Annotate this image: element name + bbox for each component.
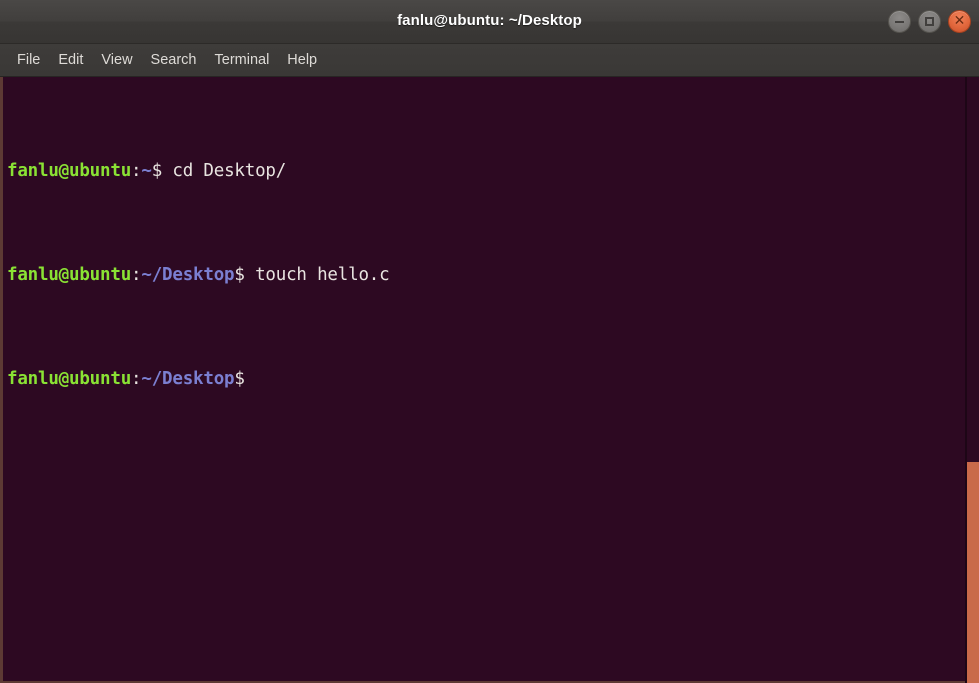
prompt-dollar: $ xyxy=(234,265,245,285)
prompt-path: ~ xyxy=(141,161,152,181)
scrollbar-thumb[interactable] xyxy=(967,462,979,683)
minimize-icon xyxy=(895,20,904,23)
menu-item-edit[interactable]: Edit xyxy=(49,49,92,71)
terminal-scrollbar[interactable] xyxy=(967,77,979,683)
terminal-line: fanlu@ubuntu:~/Desktop$ touch hello.c xyxy=(7,262,965,288)
close-icon: ✕ xyxy=(953,13,966,29)
close-button[interactable]: ✕ xyxy=(948,10,971,33)
menu-item-help[interactable]: Help xyxy=(278,49,326,71)
menu-item-search[interactable]: Search xyxy=(142,49,206,71)
menubar: File Edit View Search Terminal Help xyxy=(0,44,979,77)
minimize-button[interactable] xyxy=(888,10,911,33)
maximize-icon xyxy=(925,17,934,26)
prompt-colon: : xyxy=(131,265,142,285)
maximize-button[interactable] xyxy=(918,10,941,33)
terminal-output-area[interactable]: fanlu@ubuntu:~$ cd Desktop/ fanlu@ubuntu… xyxy=(0,77,979,683)
window-title: fanlu@ubuntu: ~/Desktop xyxy=(397,12,582,29)
prompt-dollar: $ xyxy=(151,161,163,181)
terminal-line: fanlu@ubuntu:~/Desktop$ xyxy=(7,366,965,392)
terminal-line: fanlu@ubuntu:~$ cd Desktop/ xyxy=(7,158,965,184)
prompt-colon: : xyxy=(131,369,142,389)
prompt-user: fanlu@ubuntu xyxy=(7,161,132,181)
menu-item-view[interactable]: View xyxy=(92,49,141,71)
prompt-dollar: $ xyxy=(234,369,245,389)
terminal-text: fanlu@ubuntu:~$ cd Desktop/ fanlu@ubuntu… xyxy=(7,80,965,470)
prompt-user: fanlu@ubuntu xyxy=(7,265,132,285)
command-text: cd Desktop/ xyxy=(162,161,287,181)
prompt-path: ~/Desktop xyxy=(141,265,235,285)
window-controls: ✕ xyxy=(888,10,971,33)
window-titlebar[interactable]: fanlu@ubuntu: ~/Desktop ✕ xyxy=(0,0,979,44)
prompt-colon: : xyxy=(131,161,142,181)
prompt-path: ~/Desktop xyxy=(141,369,235,389)
command-text: touch hello.c xyxy=(244,265,390,285)
menu-item-terminal[interactable]: Terminal xyxy=(206,49,279,71)
prompt-user: fanlu@ubuntu xyxy=(7,369,132,389)
menu-item-file[interactable]: File xyxy=(8,49,49,71)
terminal-window: fanlu@ubuntu: ~/Desktop ✕ File Edit View… xyxy=(0,0,979,683)
